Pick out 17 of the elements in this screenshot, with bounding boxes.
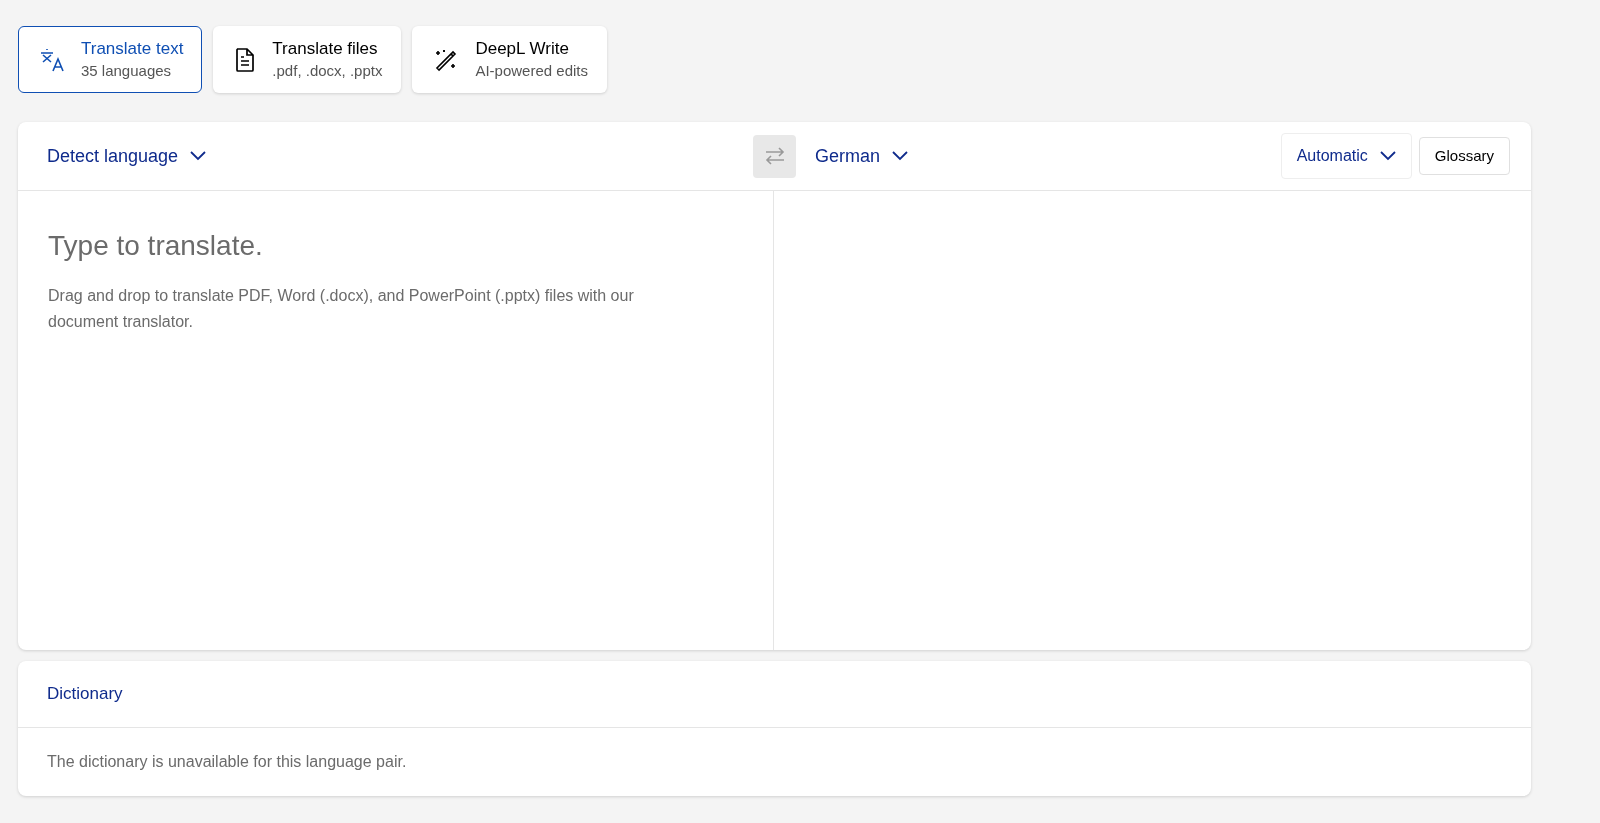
translate-icon [39, 46, 65, 73]
source-text-field[interactable]: Type to translate. [48, 225, 733, 267]
chevron-down-icon [892, 151, 909, 161]
chevron-down-icon [1379, 151, 1396, 161]
drag-drop-hint: Drag and drop to translate PDF, Word (.docx), and PowerPoint (.pptx) files with our document translator. [48, 286, 635, 332]
formality-dropdown[interactable]: Automatic [1280, 133, 1412, 179]
dictionary-message: The dictionary is unavailable for this language pair. [47, 752, 407, 772]
document-icon [234, 46, 257, 73]
mode-tab[interactable]: DeepL Write AI-powered edits [412, 26, 607, 93]
glossary-button[interactable]: Glossary [1418, 137, 1510, 175]
target-language-dropdown[interactable]: German [815, 142, 909, 170]
mode-tab[interactable]: Translate text 35 languages [18, 26, 203, 93]
chevron-down-icon [190, 151, 207, 161]
source-language-dropdown[interactable]: Detect language [47, 142, 753, 170]
mode-tab[interactable]: Translate files .pdf, .docx, .pptx [213, 26, 402, 93]
dictionary-title: Dictionary [47, 683, 123, 706]
swap-languages-button[interactable] [753, 134, 796, 178]
